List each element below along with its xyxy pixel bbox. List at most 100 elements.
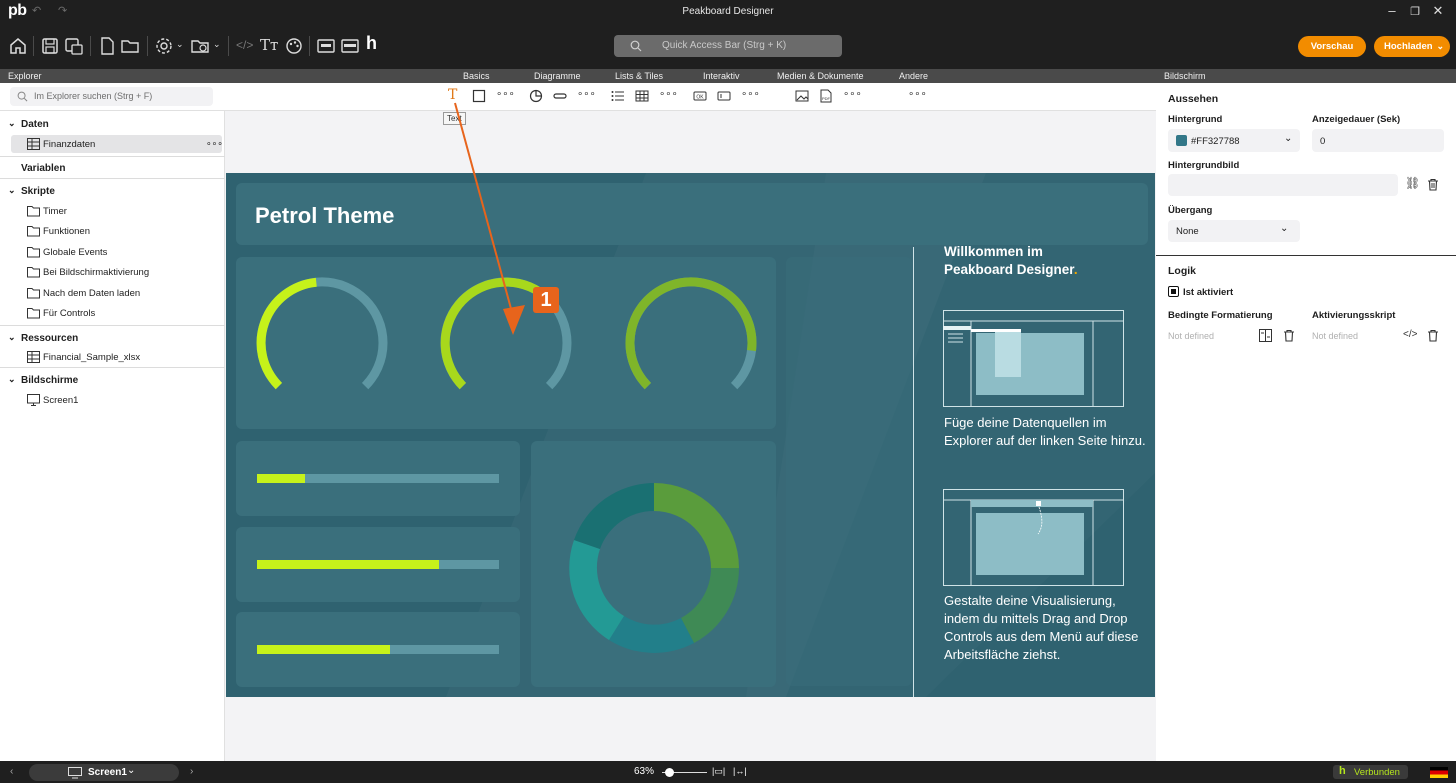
list-icon[interactable]	[611, 89, 625, 103]
chevron-down-icon[interactable]: ⌄	[213, 39, 221, 50]
explorer-section-label: Variablen	[21, 163, 66, 174]
blank-tile[interactable]	[786, 257, 912, 686]
screen-selector[interactable]: Screen1 ⌄	[29, 764, 179, 781]
box-icon[interactable]	[340, 36, 360, 56]
chevron-down-icon[interactable]: ⌄	[8, 118, 16, 129]
fit-width-icon[interactable]: |↔|	[733, 766, 747, 776]
bar-gauge-icon[interactable]	[553, 89, 567, 103]
gauge-fill	[256, 277, 317, 390]
explorer-section-screens[interactable]: ⌄ Bildschirme	[0, 369, 225, 391]
more-lists-icon[interactable]: ∘∘∘	[659, 89, 678, 100]
pdf-control-icon[interactable]: PDF	[819, 89, 833, 103]
project-settings-icon[interactable]	[190, 36, 210, 56]
language-flag-icon[interactable]	[1430, 767, 1448, 778]
trash-icon[interactable]	[1427, 329, 1439, 342]
basics-section-label[interactable]: Basics	[463, 71, 490, 81]
preview-button[interactable]: Vorschau	[1298, 36, 1366, 57]
textbox-control-icon[interactable]	[717, 89, 731, 103]
chevron-right-icon[interactable]: ›	[190, 766, 193, 777]
more-basics-icon[interactable]: ∘∘∘	[496, 89, 515, 100]
edit-formatting-icon[interactable]	[1259, 329, 1272, 342]
open-folder-icon[interactable]	[120, 36, 140, 56]
palette-icon[interactable]	[284, 36, 304, 56]
zoom-slider-handle[interactable]	[665, 768, 674, 777]
upload-button[interactable]: Hochladen ⌄	[1374, 36, 1450, 57]
link-icon[interactable]: ⛓	[1405, 176, 1420, 190]
duration-input[interactable]: 0	[1312, 129, 1444, 152]
logic-heading: Logik	[1168, 265, 1196, 277]
explorer-item-label: Financial_Sample_xlsx	[43, 352, 141, 363]
more-options-icon[interactable]: ∘∘∘	[206, 138, 223, 149]
divider	[0, 325, 225, 326]
folder-icon	[27, 247, 40, 258]
restore-icon[interactable]: ❐	[1407, 5, 1423, 18]
background-color-picker[interactable]: #FF327788 ⌄	[1168, 129, 1300, 152]
screen-canvas[interactable]: Petrol Theme Willkommen im Peakboard Des…	[226, 173, 1155, 697]
explorer-item-globale-events[interactable]: Globale Events	[0, 243, 225, 261]
explorer-item-fuer-controls[interactable]: Für Controls	[0, 304, 225, 322]
button-control-icon[interactable]: OK	[693, 89, 707, 103]
bg-image-input[interactable]	[1168, 174, 1398, 196]
settings-icon[interactable]	[154, 36, 174, 56]
close-icon[interactable]: ✕	[1430, 3, 1446, 19]
interactive-section-label[interactable]: Interaktiv	[703, 71, 740, 81]
fit-height-icon[interactable]: |▭|	[712, 766, 725, 777]
explorer-section-scripts[interactable]: ⌄ Skripte	[0, 180, 225, 202]
lists-section-label[interactable]: Lists & Tiles	[615, 71, 663, 81]
explorer-section-data[interactable]: ⌄ Daten	[0, 113, 225, 135]
more-charts-icon[interactable]: ∘∘∘	[577, 89, 596, 100]
explorer-section-variables[interactable]: Variablen	[0, 157, 225, 179]
explorer-item-bildschirmaktivierung[interactable]: Bei Bildschirmaktivierung	[0, 263, 225, 281]
table-icon[interactable]	[635, 89, 649, 103]
chevron-down-icon[interactable]: ⌄	[8, 332, 16, 343]
text-control-icon[interactable]: T	[448, 87, 457, 103]
explorer-item-timer[interactable]: Timer	[0, 202, 225, 220]
explorer-item-nach-daten-laden[interactable]: Nach dem Daten laden	[0, 284, 225, 302]
minimize-icon[interactable]: –	[1384, 3, 1400, 18]
explorer-item-financial-sample[interactable]: Financial_Sample_xlsx	[0, 348, 225, 366]
home-icon[interactable]	[8, 36, 28, 56]
section-header-row: Explorer Basics Diagramme Lists & Tiles …	[0, 69, 1456, 83]
folder-icon	[27, 288, 40, 299]
chevron-down-icon[interactable]: ⌄	[8, 374, 16, 385]
search-icon	[17, 91, 28, 102]
explorer-section-resources[interactable]: ⌄ Ressourcen	[0, 327, 225, 349]
explorer-item-screen1[interactable]: Screen1	[0, 391, 225, 409]
explorer-item-finanzdaten[interactable]: Finanzdaten ∘∘∘	[11, 135, 223, 153]
donut-segment	[569, 540, 624, 640]
chevron-down-icon[interactable]: ⌄	[176, 39, 184, 50]
new-file-icon[interactable]	[97, 36, 117, 56]
code-icon[interactable]: </>	[236, 38, 253, 52]
main-toolbar: ⌄ ⌄ </> Tт h Quick Access Bar (Strg + K)…	[0, 24, 1456, 69]
image-control-icon[interactable]	[795, 89, 809, 103]
chevron-down-icon[interactable]: ⌄	[8, 185, 16, 196]
more-media-icon[interactable]: ∘∘∘	[843, 89, 862, 100]
save-icon[interactable]	[40, 36, 60, 56]
media-section-label[interactable]: Medien & Dokumente	[777, 71, 864, 81]
save-as-icon[interactable]	[64, 36, 84, 56]
code-icon[interactable]: </>	[1403, 329, 1417, 340]
quick-access-bar[interactable]: Quick Access Bar (Strg + K)	[614, 35, 842, 57]
chevron-down-icon: ⌄	[1280, 223, 1289, 234]
trash-icon[interactable]	[1283, 329, 1295, 342]
hub-icon[interactable]: h	[366, 33, 377, 54]
more-other-icon[interactable]: ∘∘∘	[908, 89, 927, 100]
step2-line: indem du mittels Drag and Drop	[944, 611, 1128, 626]
chevron-left-icon[interactable]: ‹	[10, 766, 13, 777]
trash-icon[interactable]	[1427, 178, 1439, 191]
header-tile[interactable]: Petrol Theme	[236, 183, 1148, 245]
rectangle-control-icon[interactable]	[472, 89, 486, 103]
text-style-icon[interactable]: Tт	[260, 36, 278, 54]
connection-status[interactable]: h Verbunden	[1333, 765, 1408, 779]
transition-select[interactable]: None ⌄	[1168, 220, 1300, 242]
other-section-label[interactable]: Andere	[899, 71, 928, 81]
more-interactive-icon[interactable]: ∘∘∘	[741, 89, 760, 100]
toolbar-divider	[90, 36, 91, 56]
is-active-checkbox[interactable]	[1168, 286, 1179, 297]
explorer-item-funktionen[interactable]: Funktionen	[0, 222, 225, 240]
screen-section-label: Bildschirm	[1164, 71, 1206, 81]
explorer-search-input[interactable]: Im Explorer suchen (Strg + F)	[10, 87, 213, 106]
charts-section-label[interactable]: Diagramme	[534, 71, 581, 81]
screen-icon[interactable]	[316, 36, 336, 56]
pie-chart-icon[interactable]	[529, 89, 543, 103]
